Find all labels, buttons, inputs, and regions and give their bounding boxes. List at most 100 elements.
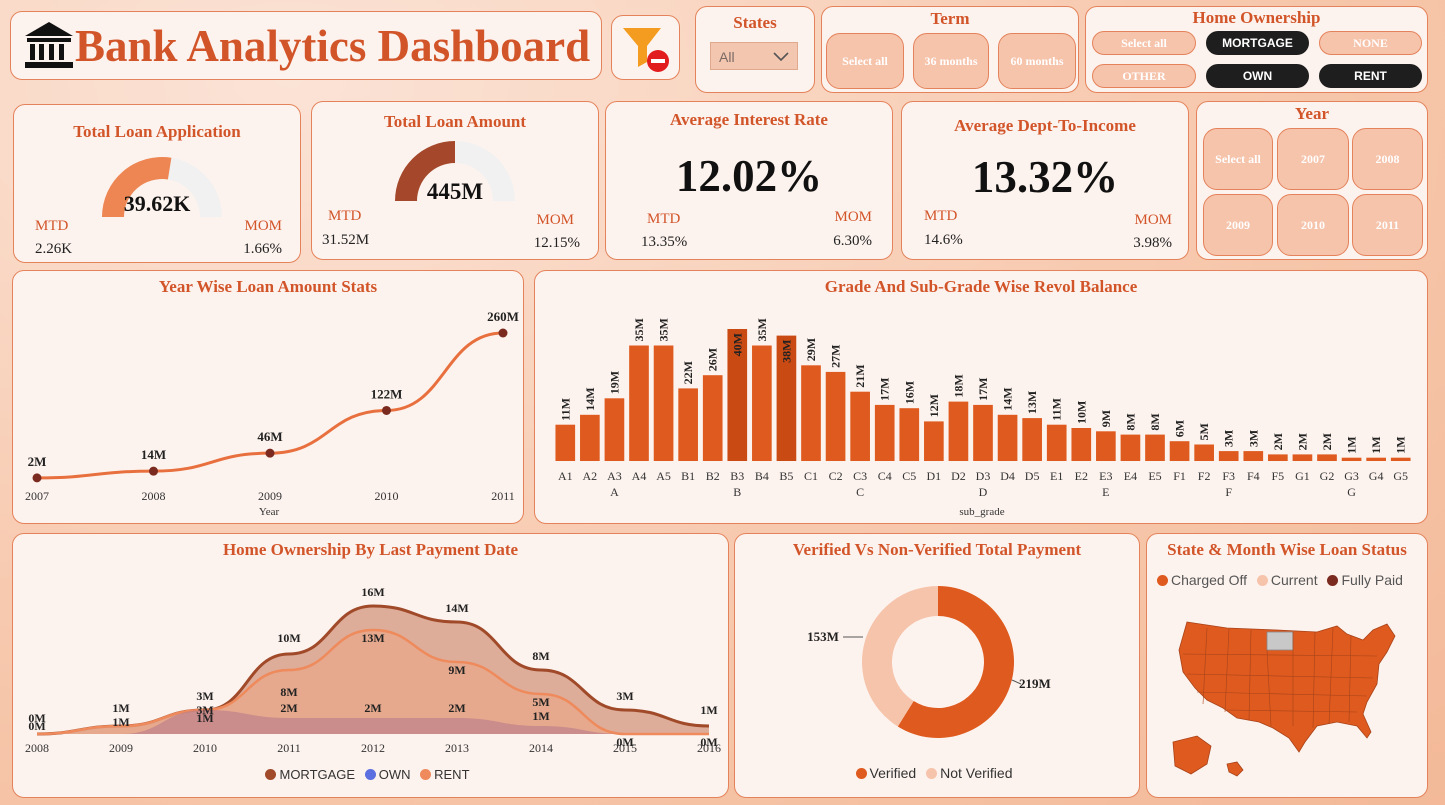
- states-selected: All: [719, 49, 735, 65]
- year-2008[interactable]: 2008: [1352, 128, 1423, 190]
- data-label-A4: 35M: [632, 318, 646, 341]
- term-select-all[interactable]: Select all: [826, 33, 904, 89]
- rent-label-2012: 13M: [361, 631, 384, 645]
- x-tick-C2: C2: [829, 469, 843, 483]
- home-mortgage[interactable]: MORTGAGE: [1206, 31, 1309, 55]
- x-tick-C1: C1: [804, 469, 818, 483]
- bank-icon: [25, 22, 73, 68]
- home-none[interactable]: NONE: [1319, 31, 1422, 55]
- usa-state-map[interactable]: [1167, 614, 1407, 784]
- x-tick-F2: F2: [1198, 469, 1211, 483]
- states-dropdown[interactable]: All: [710, 42, 798, 70]
- mom-label: MOM: [244, 218, 282, 234]
- bar-E1: [1046, 424, 1067, 461]
- bar-G4: [1366, 457, 1386, 461]
- mom-label: MOM: [834, 209, 872, 225]
- data-label-G5: 1M: [1394, 436, 1408, 453]
- x-tick-B5: B5: [779, 469, 793, 483]
- year-2010[interactable]: 2010: [1277, 194, 1349, 256]
- legend-current[interactable]: Current: [1256, 572, 1318, 588]
- subgrade-bar-chart: 11MA114MA219MA335MA435MA522MB126MB240MB3…: [555, 318, 1411, 518]
- x-tick-C5: C5: [902, 469, 916, 483]
- x-tick-E2: E2: [1075, 469, 1088, 483]
- data-point-2009: [265, 448, 275, 458]
- home-ownership-area-chart: 0M1M3M10M16M14M8M3M1M0M 1M 1M8M13M9M5M0M 0M…: [25, 585, 721, 755]
- data-label-A2: 14M: [583, 387, 597, 410]
- x-tick-2016: 2016: [697, 741, 721, 755]
- bar-E2: [1071, 428, 1092, 461]
- legend-fully-paid[interactable]: Fully Paid: [1327, 572, 1403, 588]
- x-tick-2008: 2008: [142, 489, 166, 503]
- data-point-2007: [32, 473, 42, 483]
- home-other[interactable]: OTHER: [1092, 64, 1196, 88]
- kpi-title: Total Loan Amount: [383, 112, 527, 131]
- mtd-value: 2.26K: [35, 241, 73, 257]
- year-2011[interactable]: 2011: [1352, 194, 1423, 256]
- term-36-months[interactable]: 36 months: [913, 33, 989, 89]
- rent-label-2014: 5M: [532, 695, 549, 709]
- x-tick-D3: D3: [976, 469, 991, 483]
- donut-slice-not-verified: [862, 586, 938, 727]
- term-60-months[interactable]: 60 months: [998, 33, 1076, 89]
- clear-filters-button[interactable]: [611, 15, 680, 80]
- bar-B1: [678, 388, 698, 461]
- x-tick-B4: B4: [755, 469, 769, 483]
- rent-label-2011: 8M: [280, 685, 297, 699]
- year-select-all[interactable]: Select all: [1203, 128, 1273, 190]
- data-label-G3: 1M: [1345, 436, 1359, 453]
- data-label-B4: 35M: [755, 318, 769, 341]
- data-label-D2: 18M: [951, 374, 965, 397]
- mtd-label: MTD: [328, 208, 362, 224]
- bar-A4: [629, 345, 649, 461]
- mortgage-label-2014: 8M: [532, 649, 549, 663]
- data-point-2011: [498, 328, 508, 338]
- kpi-title: Average Interest Rate: [670, 110, 828, 129]
- data-label-2010: 122M: [371, 386, 403, 401]
- x-tick-A4: A4: [632, 469, 647, 483]
- home-select-all[interactable]: Select all: [1092, 31, 1196, 55]
- year-2009[interactable]: 2009: [1203, 194, 1273, 256]
- home-ownership-area-card: Home Ownership By Last Payment Date 0M 1M…: [12, 533, 729, 798]
- x-tick-2013: 2013: [445, 741, 469, 755]
- legend-own[interactable]: OWN: [364, 767, 411, 782]
- data-label-C5: 16M: [902, 381, 916, 404]
- kpi-title: Average Dept-To-Income: [954, 116, 1136, 135]
- x-tick-E5: E5: [1148, 469, 1161, 483]
- mortgage-label-2012: 16M: [361, 585, 384, 599]
- bar-B4: [752, 345, 772, 461]
- header-card: Bank Analytics Dashboard: [10, 11, 602, 80]
- x-tick-B2: B2: [706, 469, 720, 483]
- data-label-2011: 260M: [487, 309, 519, 324]
- x-axis-label: Year: [259, 506, 280, 518]
- legend-mortgage[interactable]: MORTGAGE: [265, 767, 355, 782]
- x-tick-D5: D5: [1025, 469, 1040, 483]
- legend-verified[interactable]: Verified: [855, 765, 916, 781]
- x-tick-2009: 2009: [109, 741, 133, 755]
- data-label-C4: 17M: [878, 378, 892, 401]
- group-label-D: D: [979, 485, 988, 499]
- x-axis-label: sub_grade: [959, 506, 1004, 518]
- data-label-C2: 27M: [829, 345, 843, 368]
- data-label-F1: 6M: [1173, 420, 1187, 437]
- own-label-2010: 3M: [196, 703, 213, 717]
- verified-label: 219M: [1019, 676, 1051, 691]
- verified-donut-chart: 219M 153M: [807, 586, 1051, 738]
- mtd-value: 14.6%: [924, 232, 963, 248]
- group-label-A: A: [610, 485, 619, 499]
- kpi-value: 445M: [426, 179, 484, 204]
- mortgage-label-2010: 3M: [196, 689, 213, 703]
- legend-rent[interactable]: RENT: [420, 767, 470, 782]
- legend-charged-off[interactable]: Charged Off: [1157, 572, 1247, 588]
- term-filter: Term Select all 36 months 60 months: [821, 6, 1079, 93]
- home-rent[interactable]: RENT: [1319, 64, 1422, 88]
- year-2007[interactable]: 2007: [1277, 128, 1349, 190]
- x-tick-2007: 2007: [25, 489, 49, 503]
- x-tick-C4: C4: [878, 469, 892, 483]
- home-own[interactable]: OWN: [1206, 64, 1309, 88]
- legend-not-verified[interactable]: Not Verified: [926, 765, 1012, 781]
- x-tick-B1: B1: [681, 469, 695, 483]
- group-label-F: F: [1225, 485, 1232, 499]
- kpi-value: 13.32%: [971, 152, 1119, 202]
- x-tick-2014: 2014: [529, 741, 553, 755]
- x-tick-2012: 2012: [361, 741, 385, 755]
